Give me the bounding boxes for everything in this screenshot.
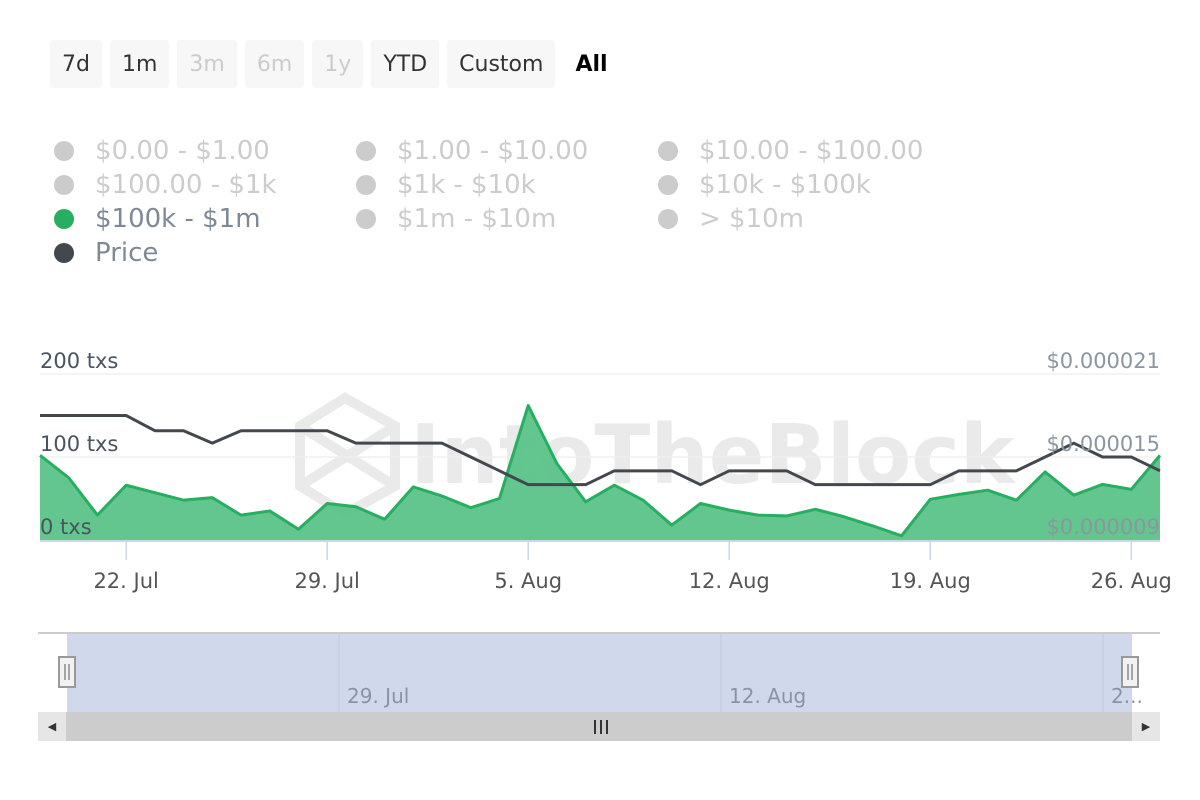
legend-dot-icon xyxy=(658,141,678,161)
navigator-handle-right[interactable] xyxy=(1121,656,1139,688)
legend-item[interactable]: $1k - $10k xyxy=(356,168,658,202)
scrollbar-grip[interactable] xyxy=(591,720,611,734)
legend-dot-icon xyxy=(356,209,376,229)
navigator-label: 12. Aug xyxy=(729,684,806,708)
legend-label: $1.00 - $10.00 xyxy=(397,136,589,166)
legend-item[interactable]: $0.00 - $1.00 xyxy=(54,134,356,168)
legend-item[interactable]: $10.00 - $100.00 xyxy=(658,134,960,168)
navigator-handle-left[interactable] xyxy=(58,656,76,688)
y-left-tick-label: 200 txs xyxy=(40,349,118,373)
range-button-6m: 6m xyxy=(244,40,305,88)
main-chart: IntoTheBlock 22. Jul 29. Jul 5. Aug 12. Aug… xyxy=(39,349,1172,593)
legend-item[interactable]: $100.00 - $1k xyxy=(54,168,356,202)
x-tick-label: 22. Jul xyxy=(93,569,158,593)
watermark-logo-icon xyxy=(295,392,400,520)
grip-line xyxy=(606,720,608,734)
range-button-1m[interactable]: 1m xyxy=(109,40,170,88)
legend-item[interactable]: $10k - $100k xyxy=(658,168,960,202)
range-button-custom[interactable]: Custom xyxy=(447,40,556,88)
legend-label: $10k - $100k xyxy=(699,170,871,200)
chart-legend: $0.00 - $1.00 $1.00 - $10.00 $10.00 - $100… xyxy=(54,134,974,270)
scroll-left-button[interactable]: ◀ xyxy=(38,712,66,741)
x-tick-label: 5. Aug xyxy=(494,569,562,593)
y-right-tick-label: $0.000015 xyxy=(1046,432,1160,456)
triangle-left-icon: ◀ xyxy=(47,720,57,733)
scroll-right-button[interactable]: ▶ xyxy=(1132,712,1160,741)
range-button-all[interactable]: All xyxy=(563,40,619,88)
legend-label: $0.00 - $1.00 xyxy=(95,136,270,166)
range-button-ytd[interactable]: YTD xyxy=(371,40,440,88)
navigator-scrollbar[interactable]: ◀ ▶ xyxy=(38,712,1160,741)
legend-label: $1m - $10m xyxy=(397,204,557,234)
legend-label: > $10m xyxy=(699,204,805,234)
range-button-3m: 3m xyxy=(177,40,237,88)
x-tick-label: 29. Jul xyxy=(294,569,359,593)
legend-dot-icon xyxy=(658,209,678,229)
legend-dot-icon xyxy=(658,175,678,195)
legend-label: $100k - $1m xyxy=(95,204,261,234)
navigator-selected-range[interactable] xyxy=(67,634,1132,712)
x-tick-label: 19. Aug xyxy=(890,569,971,593)
x-tick-label: 12. Aug xyxy=(689,569,770,593)
legend-item[interactable]: > $10m xyxy=(658,202,960,236)
legend-dot-icon xyxy=(54,243,74,263)
y-left-tick-label: 0 txs xyxy=(40,515,92,539)
range-selector: 7d 1m 3m 6m 1y YTD Custom All xyxy=(50,40,620,88)
legend-item[interactable]: $100k - $1m xyxy=(54,202,356,236)
legend-label: $100.00 - $1k xyxy=(95,170,277,200)
legend-item[interactable]: $1m - $10m xyxy=(356,202,658,236)
range-button-7d[interactable]: 7d xyxy=(50,40,102,88)
legend-dot-icon xyxy=(356,141,376,161)
grip-line xyxy=(594,720,596,734)
y-right-tick-label: $0.000009 xyxy=(1046,515,1160,539)
legend-item[interactable]: $1.00 - $10.00 xyxy=(356,134,658,168)
legend-dot-icon xyxy=(54,175,74,195)
legend-dot-icon xyxy=(356,175,376,195)
legend-label: Price xyxy=(95,238,159,268)
x-axis: 22. Jul 29. Jul 5. Aug 12. Aug 19. Aug 26. Au… xyxy=(40,540,1172,593)
legend-item[interactable]: Price xyxy=(54,236,356,270)
navigator-label: 29. Jul xyxy=(347,684,409,708)
grip-line xyxy=(600,720,602,734)
range-button-1y: 1y xyxy=(312,40,364,88)
legend-label: $1k - $10k xyxy=(397,170,536,200)
triangle-right-icon: ▶ xyxy=(1141,720,1151,733)
y-left-tick-label: 100 txs xyxy=(40,432,118,456)
x-tick-label: 26. Aug xyxy=(1091,569,1172,593)
legend-dot-icon xyxy=(54,209,74,229)
legend-dot-icon xyxy=(54,141,74,161)
y-right-tick-label: $0.000021 xyxy=(1046,349,1160,373)
legend-label: $10.00 - $100.00 xyxy=(699,136,924,166)
